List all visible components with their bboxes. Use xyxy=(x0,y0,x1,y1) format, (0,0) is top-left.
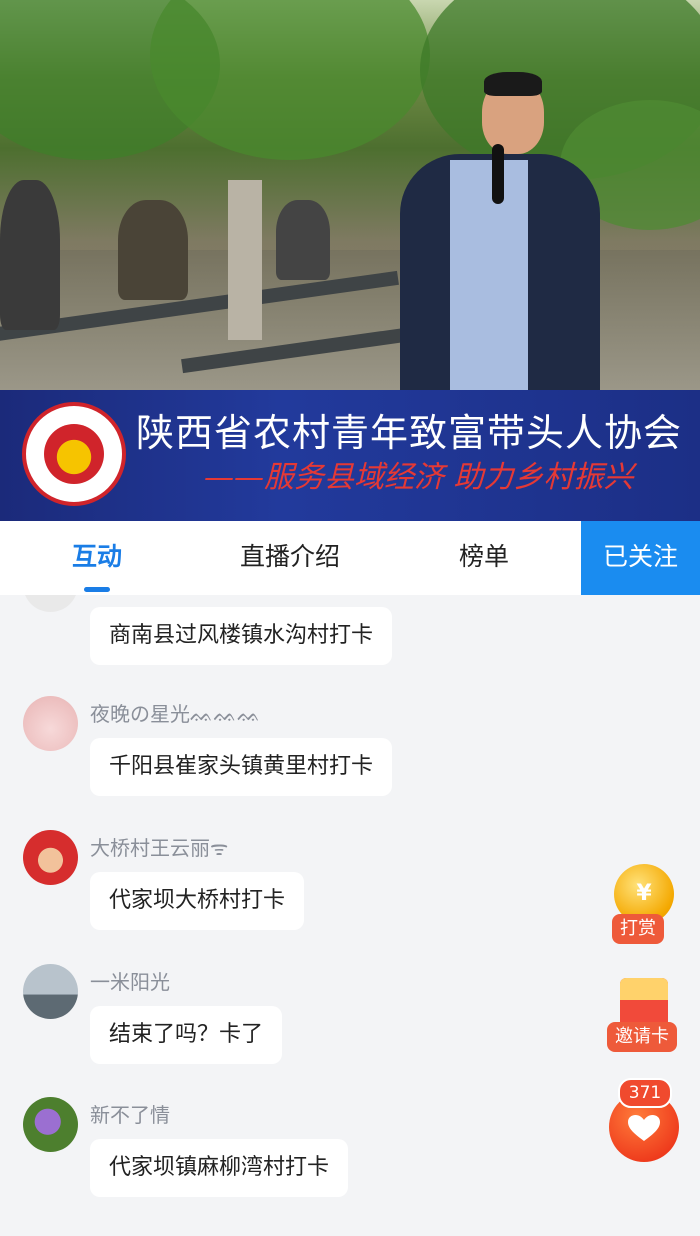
comment-text: 千阳县崔家头镇黄里村打卡 xyxy=(90,738,393,796)
association-logo-icon xyxy=(22,402,126,506)
comment-text: 结束了吗？卡了 xyxy=(90,1006,283,1064)
comment-username: 大桥村王云丽ᯤ xyxy=(90,836,229,860)
association-banner: 陕西省农村青年致富带头人协会 ——服务县域经济 助力乡村振兴 xyxy=(0,390,700,521)
microphone xyxy=(492,144,504,204)
avatar[interactable] xyxy=(23,830,78,885)
avatar[interactable] xyxy=(23,696,78,751)
invite-card-label: 邀请卡 xyxy=(607,1022,677,1052)
active-tab-indicator xyxy=(84,587,110,592)
speaker xyxy=(400,70,600,390)
comment-username: 一米阳光 xyxy=(90,970,170,994)
bystander xyxy=(276,200,330,280)
bystander xyxy=(118,200,188,300)
tab-live-intro[interactable]: 直播介绍 xyxy=(210,521,370,595)
comment-username: 夜晚の星光ᨐᨐᨐ᠌ xyxy=(90,702,261,726)
live-video-player[interactable] xyxy=(0,0,700,390)
heart-icon xyxy=(628,1115,660,1141)
follow-button[interactable]: 已关注 xyxy=(581,521,700,595)
tab-ranking[interactable]: 榜单 xyxy=(420,521,548,595)
tab-interaction[interactable]: 互动 xyxy=(40,521,154,595)
avatar[interactable] xyxy=(23,1097,78,1152)
banner-title: 陕西省农村青年致富带头人协会 xyxy=(136,411,683,455)
comment-list[interactable]: 商南县过风楼镇水沟村打卡 夜晚の星光ᨐᨐᨐ᠌ 千阳县崔家头镇黄里村打卡 大桥村王… xyxy=(0,595,700,1236)
comment-text: 代家坝镇麻柳湾村打卡 xyxy=(90,1139,349,1197)
avatar[interactable] xyxy=(23,964,78,1019)
reward-label: 打赏 xyxy=(612,914,664,944)
banner-slogan: ——服务县域经济 助力乡村振兴 xyxy=(204,460,634,495)
avatar[interactable] xyxy=(23,595,78,612)
bystander xyxy=(0,180,60,330)
comment-username: 新不了情 xyxy=(90,1103,170,1127)
comment-text: 代家坝大桥村打卡 xyxy=(90,872,305,930)
tree-foliage xyxy=(150,0,430,160)
like-count-badge: 371 xyxy=(618,1078,672,1108)
tree-trunk xyxy=(228,180,262,340)
comment-text: 商南县过风楼镇水沟村打卡 xyxy=(90,607,393,665)
